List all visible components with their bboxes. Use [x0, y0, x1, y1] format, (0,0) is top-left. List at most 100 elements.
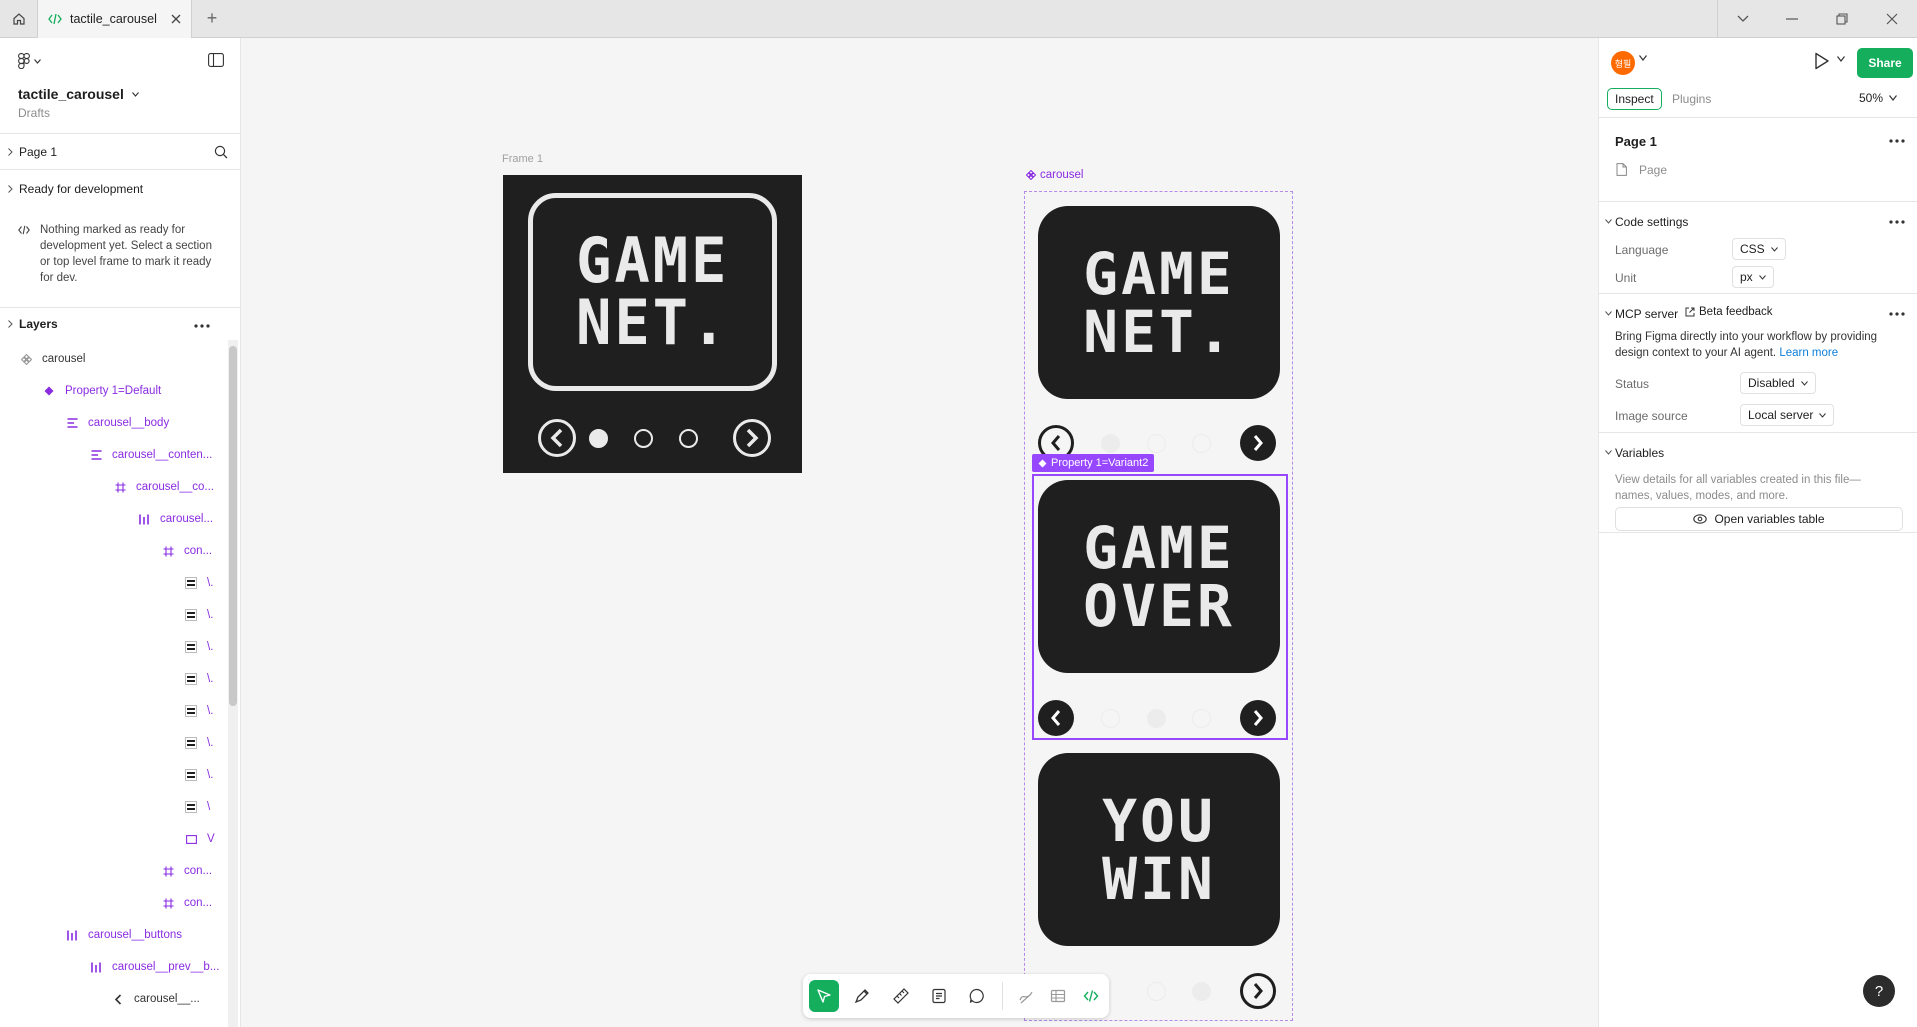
ready-for-dev-toggle[interactable]: Ready for development	[8, 182, 143, 196]
share-button[interactable]: Share	[1857, 48, 1913, 78]
carousel-dot[interactable]	[589, 429, 608, 448]
layer-row[interactable]: \.	[185, 663, 213, 695]
chevron-down-icon[interactable]	[1639, 55, 1647, 61]
layer-row[interactable]: \.	[185, 599, 213, 631]
layer-row[interactable]: con...	[162, 855, 212, 887]
present-button[interactable]	[1814, 52, 1830, 73]
layer-row[interactable]: con...	[162, 887, 212, 919]
image-source-dropdown[interactable]: Local server	[1740, 404, 1835, 426]
carousel-component-label[interactable]: carousel	[1026, 169, 1083, 181]
layer-row[interactable]: carousel...	[138, 503, 213, 535]
carousel-dot[interactable]	[634, 429, 653, 448]
carousel-dot[interactable]	[679, 429, 698, 448]
open-variables-button[interactable]: Open variables table	[1615, 507, 1903, 531]
layer-row[interactable]: con...	[162, 535, 212, 567]
layers-scrollbar-thumb[interactable]	[229, 346, 237, 706]
carousel-card-variant3[interactable]: YOU WIN	[1038, 753, 1280, 946]
chevron-down-icon[interactable]	[1837, 56, 1845, 62]
chevron-down-icon[interactable]	[1605, 219, 1612, 224]
move-tool-button[interactable]	[809, 980, 840, 1012]
tab-plugins[interactable]: Plugins	[1665, 88, 1718, 110]
carousel-label-text: carousel	[1040, 169, 1084, 181]
close-icon	[1886, 13, 1898, 24]
unit-dropdown[interactable]: px	[1732, 266, 1774, 288]
layer-row[interactable]: carousel__co...	[114, 471, 214, 503]
canvas[interactable]: Frame 1 GAME NET. carousel GAME NET. Pro…	[241, 38, 1598, 1027]
home-button[interactable]	[0, 0, 38, 37]
layer-row[interactable]: V	[185, 823, 215, 855]
carousel-dot[interactable]	[1192, 982, 1211, 1001]
comment-tool-button[interactable]	[962, 980, 992, 1012]
more-icon[interactable]	[1889, 139, 1905, 143]
screen-text-line-2: NET.	[575, 286, 730, 359]
layers-header[interactable]: Layers	[0, 308, 240, 340]
next-button[interactable]	[1240, 973, 1276, 1009]
layer-search-button[interactable]	[214, 145, 228, 162]
avatar[interactable]: 형필	[1611, 51, 1635, 75]
left-sidebar: tactile_carousel Drafts Page 1 Ready for…	[0, 38, 241, 1027]
frame-1[interactable]: GAME NET.	[503, 175, 802, 473]
window-close-button[interactable]	[1867, 0, 1917, 37]
layer-row[interactable]: \.	[185, 567, 213, 599]
layer-row[interactable]: carousel__prev__b...	[90, 951, 219, 983]
layer-row[interactable]: carousel__conten...	[90, 439, 212, 471]
code-icon	[18, 225, 30, 235]
file-tab[interactable]: tactile_carousel	[38, 0, 192, 38]
measure-tool-button[interactable]	[886, 980, 916, 1012]
chevron-right-icon	[8, 320, 13, 328]
restore-button[interactable]	[1817, 0, 1867, 37]
variant-tag[interactable]: Property 1=Variant2	[1032, 454, 1155, 472]
dev-mode-toggle[interactable]	[1078, 980, 1103, 1012]
pen-tool-button[interactable]	[847, 980, 877, 1012]
carousel-dot[interactable]	[1192, 434, 1211, 453]
chevron-down-icon[interactable]	[1605, 311, 1612, 316]
frame-label[interactable]: Frame 1	[502, 153, 543, 165]
layer-row[interactable]: carousel__buttons	[66, 919, 182, 951]
comment-icon	[969, 988, 984, 1004]
layers-more-button[interactable]	[194, 316, 210, 331]
layer-label: \.	[207, 737, 214, 749]
tab-inspect[interactable]: Inspect	[1607, 88, 1662, 110]
more-icon[interactable]	[1889, 220, 1905, 224]
language-dropdown[interactable]: CSS	[1732, 238, 1786, 260]
next-button[interactable]	[1240, 425, 1276, 461]
layers-scrollbar[interactable]	[228, 340, 238, 1027]
component-set-icon	[1026, 170, 1036, 180]
sidebar-icon	[208, 53, 224, 67]
prev-button[interactable]	[538, 419, 576, 457]
next-button[interactable]	[733, 419, 771, 457]
layer-row[interactable]: Property 1=Default	[43, 375, 161, 407]
tab-menu-button[interactable]	[1717, 0, 1767, 37]
learn-more-link[interactable]: Learn more	[1779, 347, 1838, 359]
layer-row[interactable]: \.	[185, 727, 213, 759]
layer-row[interactable]: carousel__body	[66, 407, 169, 439]
sidebar-toggle-button[interactable]	[208, 53, 224, 70]
status-dropdown[interactable]: Disabled	[1740, 372, 1816, 394]
annotate-tool-button[interactable]	[924, 980, 954, 1012]
carousel-dot[interactable]	[1101, 434, 1120, 453]
table-tool-button[interactable]	[1046, 980, 1071, 1012]
layer-row[interactable]: \.	[185, 759, 213, 791]
chevron-down-icon[interactable]	[1605, 450, 1612, 455]
more-icon[interactable]	[1889, 312, 1905, 316]
draw-tool-button[interactable]	[1013, 980, 1038, 1012]
main-menu-button[interactable]	[18, 53, 41, 69]
chevron-left-icon	[550, 428, 563, 448]
new-tab-button[interactable]: +	[192, 0, 232, 37]
layer-row[interactable]: \	[185, 791, 210, 823]
layer-row[interactable]: carousel__...	[112, 983, 200, 1015]
file-name-button[interactable]: tactile_carousel	[18, 86, 139, 102]
ruler-icon	[892, 988, 909, 1004]
layer-row[interactable]: carousel	[20, 343, 85, 375]
carousel-dot[interactable]	[1147, 982, 1166, 1001]
layer-row[interactable]: \.	[185, 695, 213, 727]
layer-row[interactable]: \.	[185, 631, 213, 663]
help-button[interactable]: ?	[1863, 975, 1895, 1007]
page-selector[interactable]: Page 1	[0, 135, 240, 170]
close-icon[interactable]	[171, 14, 181, 24]
minimize-button[interactable]	[1767, 0, 1817, 37]
zoom-dropdown[interactable]: 50%	[1859, 91, 1898, 105]
carousel-card-default[interactable]: GAME NET.	[1038, 206, 1280, 399]
carousel-dot[interactable]	[1147, 434, 1166, 453]
beta-feedback-link[interactable]: Beta feedback	[1685, 306, 1773, 318]
